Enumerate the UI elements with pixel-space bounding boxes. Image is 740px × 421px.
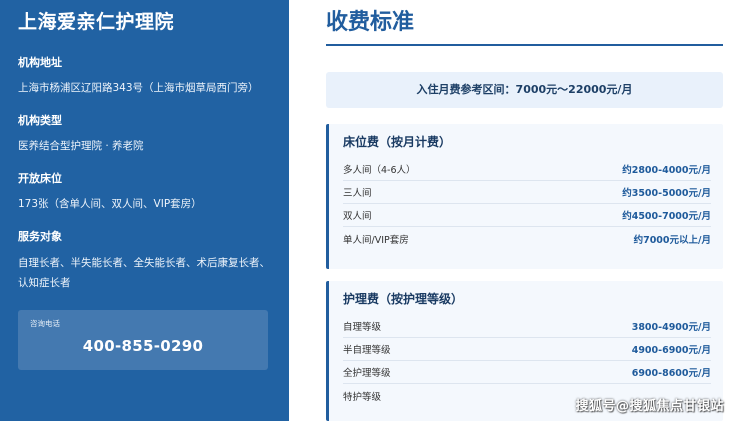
field-service-targets: 服务对象 自理长者、半失能长者、全失能长者、术后康复长者、认知症长者	[18, 230, 271, 293]
price-value: 3800-4900元/月	[631, 322, 711, 333]
price-row: 三人间 约3500-5000元/月	[343, 181, 711, 204]
field-label: 服务对象	[18, 230, 62, 243]
card-title: 护理费（按护理等级）	[343, 292, 464, 306]
field-address: 机构地址 上海市杨浦区辽阳路343号（上海市烟草局西门旁）	[18, 56, 271, 97]
phone-label: 咨询电话	[30, 319, 60, 328]
org-name: 上海爱亲仁护理院	[18, 11, 175, 33]
field-value: 上海市杨浦区辽阳路343号（上海市烟草局西门旁）	[18, 82, 259, 94]
sidebar: 上海爱亲仁护理院 机构地址 上海市杨浦区辽阳路343号（上海市烟草局西门旁） 机…	[0, 0, 289, 421]
price-value: 约4500-7000元/月	[622, 211, 711, 222]
price-value: 6900-8600元/月	[631, 368, 711, 379]
price-name: 双人间	[343, 211, 372, 222]
field-value: 医养结合型护理院 · 养老院	[18, 140, 144, 152]
price-value: 约3500-5000元/月	[622, 188, 711, 199]
price-row: 多人间（4-6人） 约2800-4000元/月	[343, 158, 711, 181]
price-name: 半自理等级	[343, 345, 391, 356]
watermark: 搜狐号@搜狐焦点甘银站	[575, 399, 724, 414]
phone-box[interactable]: 咨询电话 400-855-0290	[18, 310, 268, 370]
field-label: 机构类型	[18, 114, 62, 127]
price-value: 4900-6900元/月	[631, 345, 711, 356]
phone-number[interactable]: 400-855-0290	[30, 337, 256, 355]
title-divider	[326, 44, 723, 46]
price-name: 三人间	[343, 188, 372, 199]
field-type: 机构类型 医养结合型护理院 · 养老院	[18, 114, 271, 155]
page-title: 收费标准	[326, 10, 415, 35]
card-title: 床位费（按月计费）	[343, 135, 452, 149]
price-name: 多人间（4-6人）	[343, 165, 416, 176]
field-label: 机构地址	[18, 56, 62, 69]
price-name: 全护理等级	[343, 368, 391, 379]
fee-section: 收费标准 入住月费参考区间：7000元～22000元/月 床位费（按月计费） 多…	[326, 0, 723, 421]
price-name: 自理等级	[343, 322, 382, 333]
price-range-banner: 入住月费参考区间：7000元～22000元/月	[326, 72, 723, 108]
price-row: 自理等级 3800-4900元/月	[343, 315, 711, 338]
price-row: 单人间/VIP套房 约7000元以上/月	[343, 227, 711, 250]
price-value: 约2800-4000元/月	[622, 165, 711, 176]
price-row: 半自理等级 4900-6900元/月	[343, 338, 711, 361]
price-value: 约7000元以上/月	[633, 234, 711, 246]
field-value: 自理长者、半失能长者、全失能长者、术后康复长者、认知症长者	[18, 257, 270, 289]
price-row: 双人间 约4500-7000元/月	[343, 204, 711, 227]
price-name: 单人间/VIP套房	[343, 234, 409, 246]
field-beds: 开放床位 173张（含单人间、双人间、VIP套房）	[18, 172, 271, 213]
price-name: 特护等级	[343, 391, 382, 403]
field-label: 开放床位	[18, 172, 62, 185]
price-row: 全护理等级 6900-8600元/月	[343, 361, 711, 384]
field-value: 173张（含单人间、双人间、VIP套房）	[18, 198, 202, 210]
bed-fee-card: 床位费（按月计费） 多人间（4-6人） 约2800-4000元/月 三人间 约3…	[326, 124, 723, 269]
